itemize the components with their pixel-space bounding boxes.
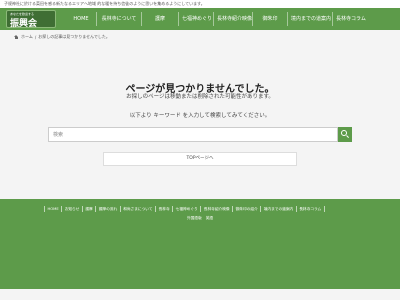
breadcrumb: ホーム / お探しの記事は見つかりませんでした。 (14, 34, 110, 40)
nav-item-access[interactable]: 境内までの道案内 (288, 8, 332, 30)
nav-item-home[interactable]: HOME (66, 8, 96, 30)
footer-link-temple[interactable]: 長林寺 (155, 206, 172, 212)
site-footer: HOME お知らせ 護摩 護摩の流れ 和尚さまについて 長林寺 七福神めぐり 長… (0, 199, 400, 289)
nav-item-goma[interactable]: 護摩 (142, 8, 178, 30)
footer-link-shichifukujin[interactable]: 七福神めぐり (172, 206, 200, 212)
nav-item-shichifukujin[interactable]: 七福神めぐり (179, 8, 213, 30)
search-button[interactable] (338, 127, 352, 142)
footer-link-goma-flow[interactable]: 護摩の流れ (95, 206, 119, 212)
footer-link-home[interactable]: HOME (44, 206, 61, 212)
site-logo[interactable]: あなたを歓迎する 振興会 (6, 10, 56, 29)
home-icon (14, 35, 19, 39)
nav-item-video[interactable]: 長林寺紹介映像 (214, 8, 252, 30)
footer-link-english[interactable]: 英語 (206, 216, 213, 221)
nav-item-column[interactable]: 長林寺コラム (333, 8, 367, 30)
footer-link-priest[interactable]: 和尚さまについて (119, 206, 155, 212)
logo-title: 振興会 (10, 19, 38, 29)
search-form (48, 127, 352, 142)
footer-link-access[interactable]: 境内までの道案内 (260, 206, 296, 212)
footer-language-links: 外国語版 英語 (0, 216, 400, 221)
breadcrumb-home[interactable]: ホーム (21, 34, 33, 40)
search-icon-handle (346, 135, 349, 139)
footer-link-goshuin[interactable]: 御朱印の紹介 (232, 206, 260, 212)
footer-link-video[interactable]: 長林寺紹介映像 (200, 206, 232, 212)
footer-link-foreign[interactable]: 外国語版 (187, 216, 202, 221)
breadcrumb-separator: / (34, 34, 37, 40)
search-hint: 以下より キーワード を入力して検索してみてください。 (129, 113, 271, 119)
breadcrumb-current: お探しの記事は見つかりませんでした。 (38, 34, 110, 39)
nav-item-about[interactable]: 長林寺について (97, 8, 141, 30)
top-tagline: 子规神社に於ける菜田を感る新たなるエリアへ地域 的な暖を持ち信徒のように思いを集… (0, 0, 400, 8)
page-bottom (0, 289, 400, 300)
site-header: あなたを歓迎する 振興会 HOME 長林寺について 護摩 七福神めぐり 長林寺紹… (0, 8, 400, 30)
footer-nav: HOME お知らせ 護摩 護摩の流れ 和尚さまについて 長林寺 七福神めぐり 長… (44, 206, 356, 212)
footer-link-column[interactable]: 長林寺コラム (295, 206, 325, 212)
nav-item-goshuin[interactable]: 御朱印 (253, 8, 287, 30)
notfound-message: お探しのページは移動または削除された可能性があります。 (126, 94, 274, 100)
footer-link-goma[interactable]: 護摩 (81, 206, 95, 212)
top-page-link[interactable]: TOPページへ (103, 152, 297, 166)
main-nav: HOME 長林寺について 護摩 七福神めぐり 長林寺紹介映像 御朱印 境内までの… (66, 8, 367, 30)
search-input[interactable] (48, 127, 338, 142)
footer-link-news[interactable]: お知らせ (61, 206, 82, 212)
